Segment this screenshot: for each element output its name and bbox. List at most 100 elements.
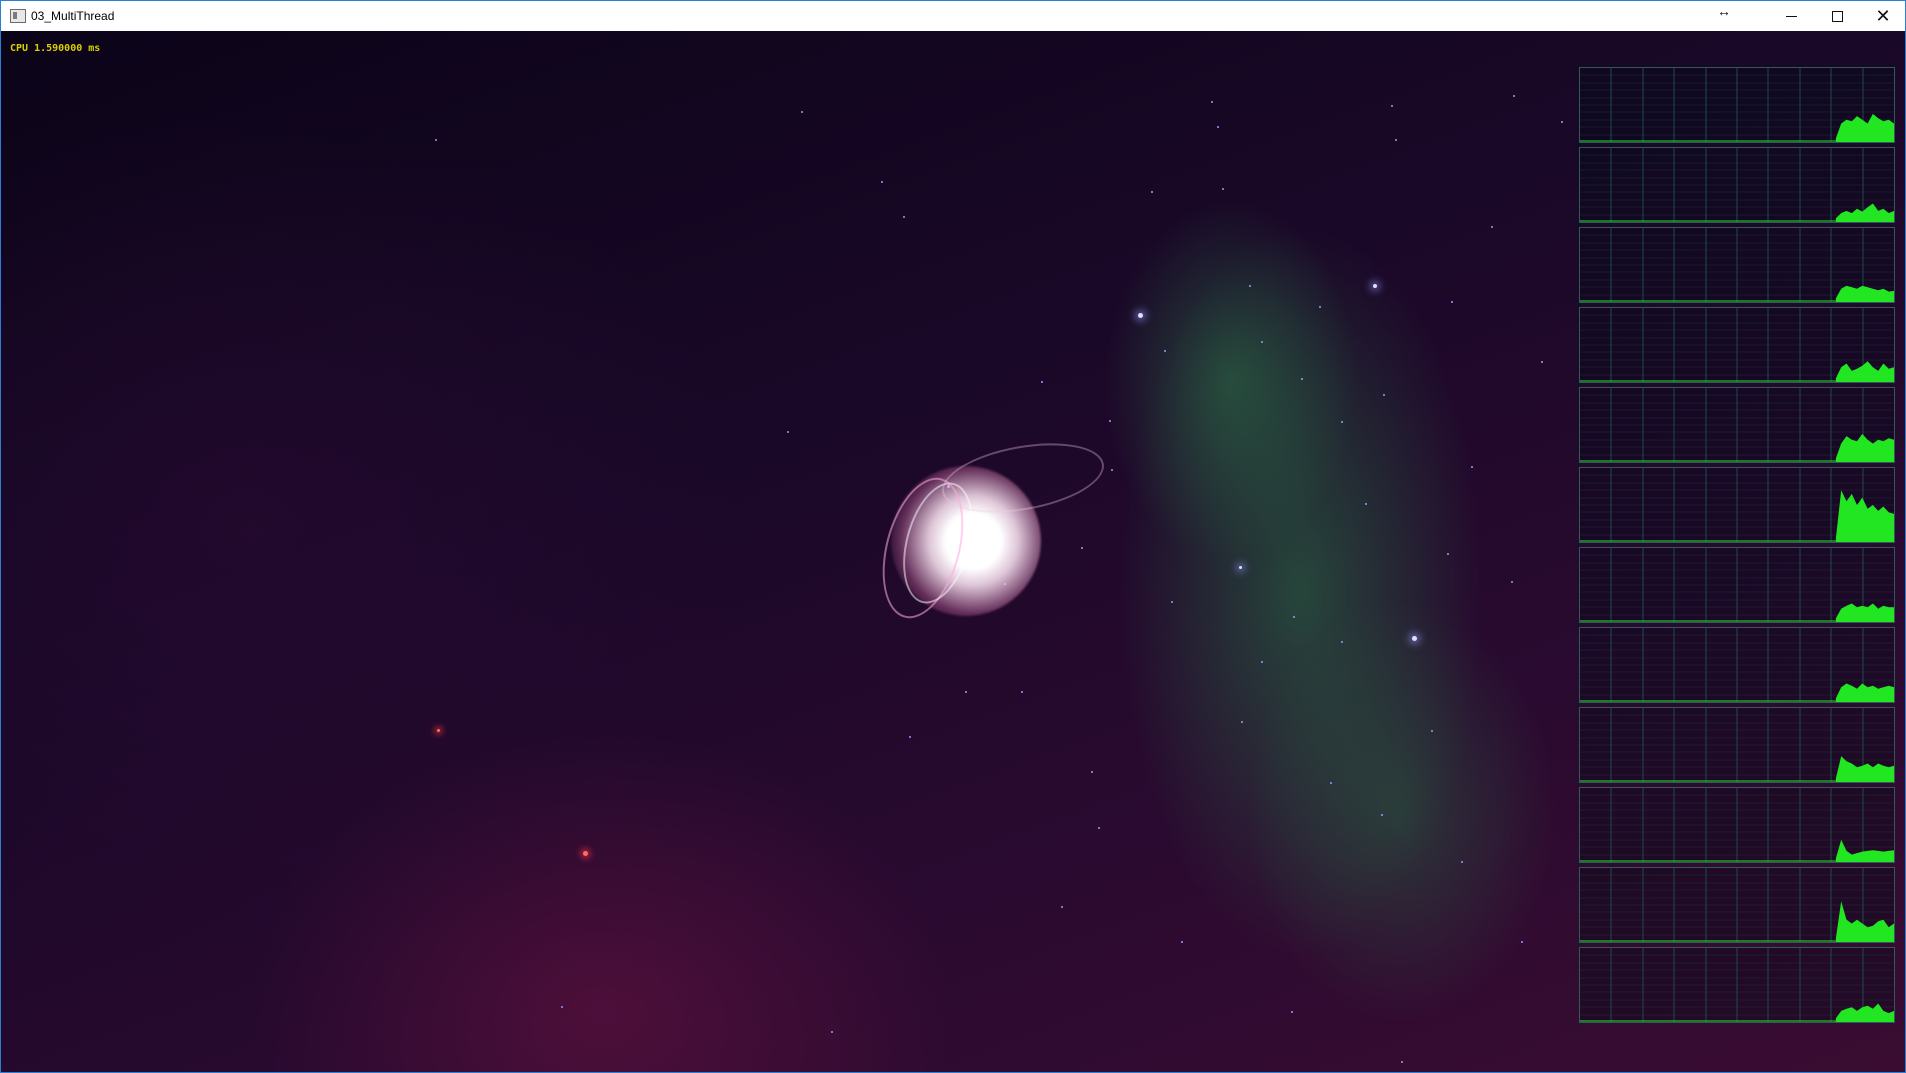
- thread-graph: [1579, 707, 1895, 783]
- maximize-icon: [1831, 10, 1843, 22]
- star: [1091, 771, 1093, 773]
- render-viewport[interactable]: CPU 1.590000 ms: [1, 31, 1905, 1072]
- thread-graph: [1579, 547, 1895, 623]
- star: [1217, 126, 1219, 128]
- star: [1151, 191, 1153, 193]
- star: [1241, 721, 1243, 723]
- app-window-icon[interactable]: [10, 9, 26, 23]
- star: [1138, 313, 1143, 318]
- star: [1561, 121, 1563, 123]
- graph-activity-area: [1835, 839, 1894, 862]
- graph-activity-area: [1835, 901, 1894, 942]
- star: [437, 729, 440, 732]
- star: [1330, 782, 1332, 784]
- star: [903, 216, 905, 218]
- thread-graph: [1579, 867, 1895, 943]
- thread-graph: [1579, 67, 1895, 143]
- star: [1041, 381, 1043, 383]
- star: [1383, 394, 1385, 396]
- thread-graphs-panel: [1579, 67, 1895, 1027]
- thread-graph: [1579, 307, 1895, 383]
- star: [1164, 350, 1166, 352]
- thread-graph-svg: [1580, 868, 1894, 942]
- thread-graph-svg: [1580, 708, 1894, 782]
- thread-graph-svg: [1580, 68, 1894, 142]
- window-title: 03_MultiThread: [31, 9, 115, 23]
- star: [1239, 566, 1242, 569]
- particle-vortex: [868, 432, 1111, 646]
- star: [1401, 1061, 1403, 1063]
- star: [965, 691, 967, 693]
- star: [1381, 814, 1383, 816]
- star: [787, 431, 789, 433]
- star: [1211, 101, 1213, 103]
- star: [1451, 301, 1453, 303]
- thread-graph: [1579, 787, 1895, 863]
- graph-activity-area: [1835, 203, 1894, 222]
- star: [1261, 661, 1263, 663]
- thread-graph-svg: [1580, 228, 1894, 302]
- star: [1261, 341, 1263, 343]
- thread-graph-svg: [1580, 308, 1894, 382]
- star: [1341, 421, 1343, 423]
- star: [1491, 226, 1493, 228]
- horizontal-resize-icon: ↔: [1717, 3, 1731, 19]
- star: [1412, 636, 1417, 641]
- star: [1391, 105, 1393, 107]
- thread-graph-svg: [1580, 468, 1894, 542]
- graph-activity-area: [1835, 433, 1894, 462]
- thread-graph: [1579, 227, 1895, 303]
- thread-graph: [1579, 627, 1895, 703]
- star: [1471, 466, 1473, 468]
- thread-graph: [1579, 467, 1895, 543]
- star: [801, 111, 803, 113]
- thread-graph-svg: [1580, 788, 1894, 862]
- star: [1061, 906, 1063, 908]
- star: [1291, 1011, 1293, 1013]
- thread-graph-svg: [1580, 388, 1894, 462]
- thread-graph: [1579, 947, 1895, 1023]
- minimize-button[interactable]: [1768, 1, 1814, 31]
- star: [1301, 378, 1303, 380]
- thread-graph: [1579, 387, 1895, 463]
- app-window: 03_MultiThread ↔ ✕ CPU 1.590000 ms: [0, 0, 1906, 1073]
- star: [1109, 420, 1111, 422]
- star: [1293, 616, 1295, 618]
- star: [1521, 941, 1523, 943]
- maximize-button[interactable]: [1814, 1, 1860, 31]
- star: [583, 851, 588, 856]
- star: [1431, 730, 1433, 732]
- star: [1319, 306, 1321, 308]
- star: [1365, 503, 1367, 505]
- star: [1461, 861, 1463, 863]
- cpu-time-readout: CPU 1.590000 ms: [10, 43, 101, 54]
- graph-activity-area: [1835, 603, 1894, 622]
- thread-graph-svg: [1580, 148, 1894, 222]
- graph-activity-area: [1835, 113, 1894, 142]
- star: [1373, 284, 1377, 288]
- graph-activity-area: [1835, 285, 1894, 302]
- thread-graph-svg: [1580, 628, 1894, 702]
- star: [1098, 827, 1100, 829]
- star: [1511, 581, 1513, 583]
- star: [1111, 469, 1113, 471]
- minimize-icon: [1785, 15, 1797, 17]
- star: [1222, 188, 1224, 190]
- thread-graph: [1579, 147, 1895, 223]
- thread-graph-svg: [1580, 548, 1894, 622]
- graph-activity-area: [1835, 683, 1894, 702]
- star: [561, 1006, 563, 1008]
- close-icon: ✕: [1875, 6, 1891, 26]
- star: [1181, 941, 1183, 943]
- star: [881, 181, 883, 183]
- star: [1395, 139, 1397, 141]
- thread-graph-svg: [1580, 948, 1894, 1022]
- star: [1249, 285, 1251, 287]
- close-button[interactable]: ✕: [1860, 1, 1905, 31]
- graph-activity-area: [1835, 361, 1894, 382]
- graph-activity-area: [1835, 1003, 1894, 1022]
- star: [1541, 361, 1543, 363]
- star: [1341, 641, 1343, 643]
- title-bar[interactable]: 03_MultiThread ↔ ✕: [1, 1, 1905, 31]
- star: [909, 736, 911, 738]
